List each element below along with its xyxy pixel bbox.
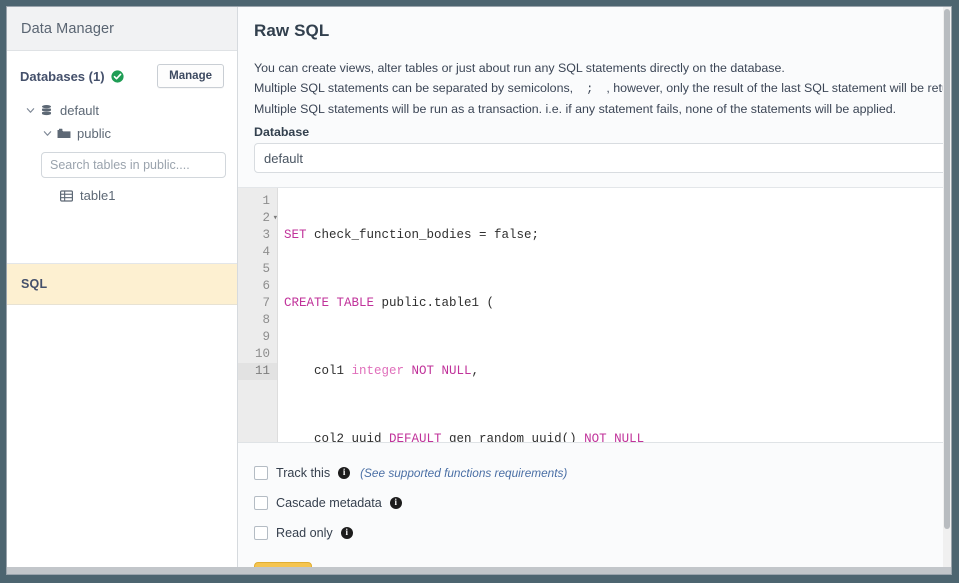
line-number-foldable[interactable]: 2	[238, 210, 278, 227]
sidebar-header: Data Manager	[7, 7, 237, 51]
info-icon[interactable]: i	[338, 466, 351, 479]
databases-header-row: Databases (1) Manage	[20, 63, 224, 89]
line-number: 5	[262, 262, 270, 276]
sidebar-empty-space	[7, 305, 237, 574]
options-section: Track this i (See supported functions re…	[238, 443, 951, 574]
line-number-active: 11	[238, 363, 277, 380]
chevron-down-icon[interactable]	[22, 106, 38, 115]
database-select[interactable]: default	[254, 143, 951, 173]
description-line-2: Multiple SQL statements can be separated…	[254, 78, 951, 99]
code-line-2: CREATE TABLE public.table1 (	[284, 295, 951, 312]
search-tables-input[interactable]	[41, 152, 226, 178]
table-grid-icon	[58, 189, 75, 202]
line-number: 4	[262, 245, 270, 259]
page-title: Raw SQL	[254, 21, 330, 40]
sql-editor[interactable]: 1 2 3 4 5 6 7 8 9 10 11 SET check_functi…	[238, 187, 951, 443]
tree-item-table1[interactable]: table1	[20, 184, 224, 207]
sql-keyword: CREATE TABLE	[284, 296, 375, 310]
line-number: 7	[262, 296, 270, 310]
database-field-label: Database	[254, 125, 310, 139]
code-line-3: col1 integer NOT NULL,	[284, 363, 951, 380]
option-label-read-only: Read only	[276, 525, 333, 540]
description-line-1: You can create views, alter tables or ju…	[254, 61, 785, 75]
data-manager-title: Data Manager	[21, 20, 115, 37]
databases-header-left: Databases (1)	[20, 69, 124, 84]
sql-type: integer	[351, 364, 405, 378]
checkbox-read-only[interactable]	[254, 525, 268, 540]
info-icon[interactable]: i	[340, 526, 353, 539]
sql-keyword: DEFAULT	[389, 432, 442, 442]
manage-button[interactable]: Manage	[157, 64, 224, 88]
window-frame: Data Manager Databases (1) Manage defaul…	[0, 0, 959, 583]
sql-keyword: NOT NULL	[404, 364, 472, 378]
sql-text: public.table1 (	[374, 296, 495, 310]
tree-label-default: default	[60, 103, 100, 118]
line-number: 10	[254, 347, 270, 361]
tree-label-public: public	[77, 126, 111, 141]
database-tree: default public Search tables in public..…	[20, 99, 226, 207]
line-number: 8	[262, 313, 270, 327]
check-circle-icon	[110, 69, 124, 83]
search-tables-wrapper	[20, 152, 226, 178]
sql-text: gen_random_uuid()	[441, 432, 585, 442]
line-number: 1	[262, 194, 270, 208]
databases-section: Databases (1) Manage default public Sear…	[7, 51, 237, 264]
description-line-2-part-b: , however, only the result of the last S…	[606, 81, 951, 95]
editor-code-area[interactable]: SET check_function_bodies = false; CREAT…	[278, 188, 951, 442]
line-number: 9	[262, 330, 270, 344]
line-number: 6	[262, 279, 270, 293]
database-icon	[38, 104, 55, 117]
semicolon-token: ;	[586, 82, 594, 96]
info-icon[interactable]: i	[389, 496, 402, 509]
editor-gutter: 1 2 3 4 5 6 7 8 9 10 11	[238, 188, 278, 442]
description-line-3: Multiple SQL statements will be run as a…	[254, 102, 897, 116]
option-label-track-this: Track this	[276, 465, 331, 480]
checkbox-cascade-metadata[interactable]	[254, 495, 268, 510]
option-track-this[interactable]: Track this i (See supported functions re…	[254, 459, 935, 486]
chevron-down-icon[interactable]	[39, 129, 55, 138]
folder-icon	[55, 127, 72, 140]
supported-functions-link[interactable]: (See supported functions requirements)	[360, 466, 567, 480]
tree-item-default-database[interactable]: default	[20, 99, 224, 122]
option-label-cascade-metadata: Cascade metadata	[276, 495, 382, 510]
tree-label-table1: table1	[80, 188, 116, 203]
main-header: Raw SQL You can create views, alter tabl…	[238, 7, 951, 173]
option-cascade-metadata[interactable]: Cascade metadata i	[254, 489, 935, 516]
sql-text: col1	[284, 364, 352, 378]
sql-keyword: NOT NULL	[584, 432, 645, 442]
sql-text: check_function_bodies = false;	[306, 228, 540, 242]
sql-text: ,	[471, 364, 480, 378]
sidebar: Data Manager Databases (1) Manage defaul…	[7, 7, 238, 574]
checkbox-track-this[interactable]	[254, 465, 268, 480]
code-line-1: SET check_function_bodies = false;	[284, 227, 951, 244]
line-number: 3	[262, 228, 270, 242]
option-read-only[interactable]: Read only i	[254, 519, 935, 546]
tree-item-public-schema[interactable]: public	[20, 122, 224, 145]
vertical-scrollbar-thumb[interactable]	[944, 9, 950, 529]
database-select-value: default	[264, 150, 304, 166]
sql-text: col2 uuid	[284, 432, 390, 442]
main-panel: Raw SQL You can create views, alter tabl…	[238, 7, 951, 574]
sidebar-item-sql[interactable]: SQL	[7, 264, 237, 305]
sql-keyword: SET	[284, 228, 307, 242]
vertical-scrollbar[interactable]	[943, 7, 951, 574]
description-line-2-part-a: Multiple SQL statements can be separated…	[254, 81, 574, 95]
window-inner: Data Manager Databases (1) Manage defaul…	[6, 6, 952, 575]
horizontal-scrollbar[interactable]	[7, 567, 951, 574]
code-line-4: col2 uuid DEFAULT gen_random_uuid() NOT …	[284, 431, 951, 442]
databases-count-label: Databases (1)	[20, 68, 105, 84]
